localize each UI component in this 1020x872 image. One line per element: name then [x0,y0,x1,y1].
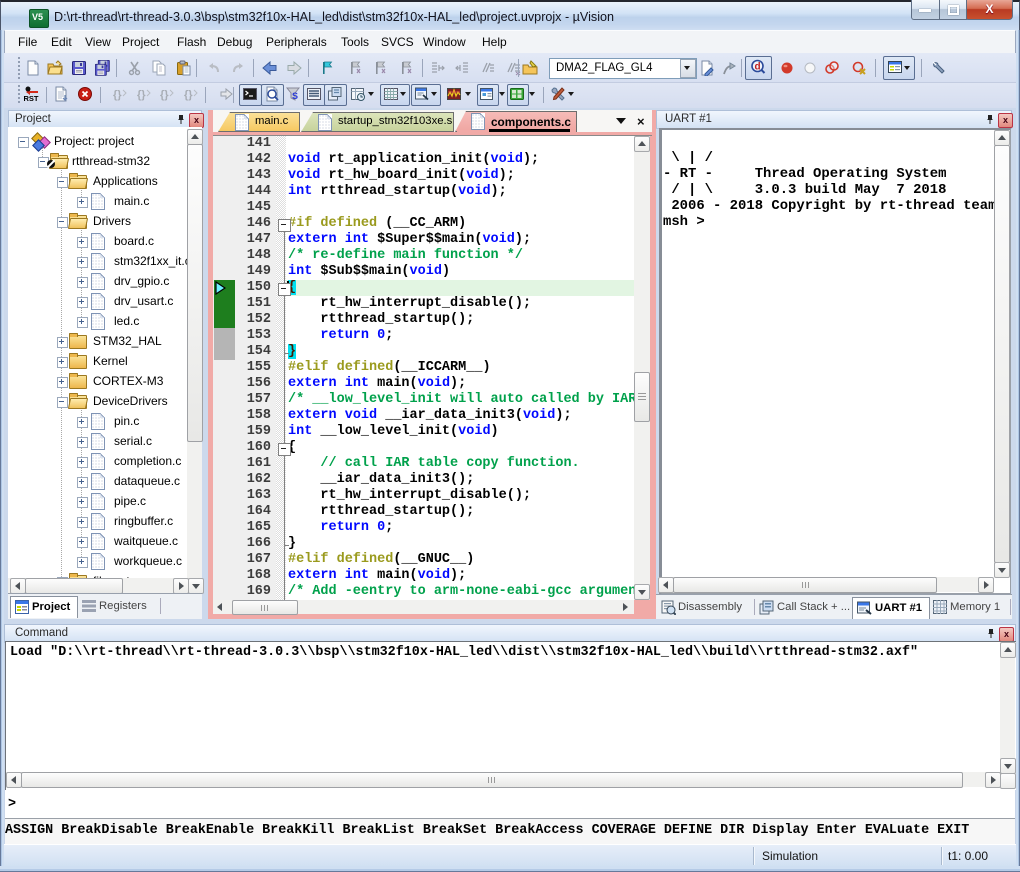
svg-text:RST: RST [24,94,39,102]
svg-text:{}: {} [137,89,146,101]
svg-text:S: S [292,91,298,101]
svg-text:{}: {} [113,89,122,101]
svg-text:{}: {} [184,89,193,101]
svg-text:d: d [755,62,761,73]
svg-text:{}: {} [160,89,169,101]
